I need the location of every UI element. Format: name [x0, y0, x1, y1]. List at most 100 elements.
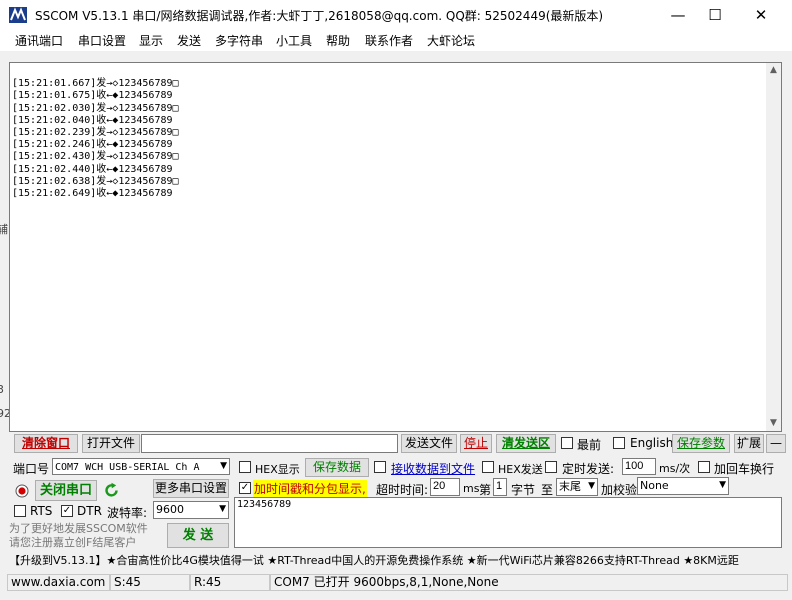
window-title: SSCOM V5.13.1 串口/网络数据调试器,作者:大虾丁丁,2618058…	[35, 9, 604, 23]
recv-to-file-checkbox[interactable]	[374, 461, 386, 473]
port-label: 端口号	[13, 462, 50, 476]
byte-nth-label: 第	[479, 483, 492, 497]
log-line: [15:21:02.040]收←◆123456789	[12, 114, 173, 126]
chevron-down-icon: ▼	[219, 504, 226, 514]
tail-value: 末尾	[559, 480, 581, 493]
log-line: [15:21:02.246]收←◆123456789	[12, 139, 173, 151]
dtr-checkbox[interactable]: ✓	[61, 505, 73, 517]
menu-contact-author[interactable]: 联系作者	[365, 32, 413, 49]
port-status: COM7 已打开 9600bps,8,1,None,None	[270, 574, 788, 591]
timeout-label: 超时时间:	[376, 483, 429, 497]
edge-text: 辅	[0, 223, 8, 236]
interval-input[interactable]: 100	[622, 458, 656, 475]
interval-unit-label: ms/次	[659, 462, 691, 475]
send-button[interactable]: 发 送	[167, 523, 229, 548]
chevron-down-icon: ▼	[220, 461, 227, 471]
byte-label: 字节	[511, 483, 536, 497]
hex-send-checkbox[interactable]	[482, 461, 494, 473]
clear-window-button[interactable]: 清除窗口	[14, 434, 78, 453]
baud-select[interactable]: 9600 ▼	[153, 501, 229, 519]
close-port-button[interactable]: 关闭串口	[35, 480, 97, 501]
log-line: [15:21:01.675]收←◆123456789	[12, 90, 173, 102]
log-line: [15:21:02.638]发→◇123456789□	[12, 175, 179, 187]
chevron-down-icon: ▼	[719, 480, 726, 490]
receive-log: [15:21:01.667]发→◇123456789□ [15:21:01.675…	[12, 66, 179, 212]
file-path-input[interactable]	[141, 434, 398, 453]
hex-send-label: HEX发送	[498, 463, 543, 476]
timeout-unit-label: ms	[463, 482, 480, 495]
log-line: [15:21:02.030]发→◇123456789□	[12, 102, 179, 114]
log-line: [15:21:02.649]收←◆123456789	[12, 188, 173, 200]
add-crlf-label: 加回车换行	[714, 462, 775, 476]
hex-display-label: HEX显示	[255, 463, 300, 476]
title-bar: SSCOM V5.13.1 串口/网络数据调试器,作者:大虾丁丁,2618058…	[0, 0, 792, 30]
rts-label: RTS	[30, 504, 53, 518]
english-checkbox[interactable]	[613, 437, 625, 449]
received-count: R:45	[190, 574, 270, 591]
scroll-up-icon[interactable]: ▲	[766, 63, 781, 78]
maximize-icon[interactable]: ☐	[692, 0, 738, 30]
timed-send-checkbox[interactable]	[545, 461, 557, 473]
receive-scrollbar[interactable]: ▲ ▼	[766, 63, 781, 431]
open-file-button[interactable]: 打开文件	[82, 434, 140, 453]
menu-bar: 通讯端口 串口设置 显示 发送 多字符串 小工具 帮助 联系作者 大虾论坛	[0, 30, 792, 51]
send-text: 123456789	[237, 499, 292, 510]
tail-select[interactable]: 末尾 ▼	[556, 478, 598, 496]
english-label: English	[630, 436, 674, 450]
menu-help[interactable]: 帮助	[326, 32, 350, 49]
save-data-button[interactable]: 保存数据	[305, 458, 369, 477]
save-params-button[interactable]: 保存参数	[672, 434, 730, 453]
ticker-text: 【升级到V5.13.1】★合宙高性价比4G模块值得一试 ★RT-Thread中国…	[9, 554, 739, 567]
close-icon[interactable]: ✕	[738, 0, 784, 30]
menu-serial-settings[interactable]: 串口设置	[78, 32, 126, 49]
timestamp-checkbox[interactable]: ✓	[239, 482, 251, 494]
always-on-top-checkbox[interactable]	[561, 437, 573, 449]
send-text-input[interactable]: 123456789	[234, 497, 782, 548]
sent-count: S:45	[110, 574, 190, 591]
record-icon	[15, 484, 29, 498]
clear-send-button[interactable]: 清发送区	[496, 434, 556, 453]
menu-display[interactable]: 显示	[139, 32, 163, 49]
chevron-down-icon: ▼	[588, 481, 595, 491]
app-icon	[9, 7, 27, 23]
checksum-label: 加校验	[601, 483, 638, 497]
more-settings-button[interactable]: 更多串口设置	[153, 479, 229, 498]
log-line: [15:21:02.430]发→◇123456789□	[12, 151, 179, 163]
byte-index-input[interactable]: 1	[493, 478, 507, 496]
dtr-label: DTR	[77, 504, 102, 518]
checksum-select[interactable]: None ▼	[637, 477, 729, 495]
settings-panel: 端口号 COM7 WCH USB-SERIAL Ch A ▼ HEX显示 保存数…	[0, 455, 792, 550]
scroll-down-icon[interactable]: ▼	[766, 416, 781, 431]
send-file-button[interactable]: 发送文件	[401, 434, 457, 453]
edge-text: 3	[0, 383, 4, 396]
log-line: [15:21:02.239]发→◇123456789□	[12, 127, 179, 139]
to-label: 至	[541, 483, 554, 497]
always-on-top-label: 最前	[577, 438, 602, 452]
port-value: COM7 WCH USB-SERIAL Ch A	[55, 462, 200, 473]
hex-display-checkbox[interactable]	[239, 461, 251, 473]
stop-button[interactable]: 停止	[460, 434, 492, 453]
action-toolbar: 清除窗口 打开文件 发送文件 停止 清发送区 最前 English 保存参数 扩…	[0, 433, 792, 454]
baud-label: 波特率:	[107, 506, 148, 520]
menu-tools[interactable]: 小工具	[276, 32, 312, 49]
log-line: [15:21:01.667]发→◇123456789□	[12, 78, 179, 90]
collapse-button[interactable]: —	[766, 434, 786, 453]
status-bar: www.daxia.com S:45 R:45 COM7 已打开 9600bps…	[0, 572, 792, 600]
menu-comm-port[interactable]: 通讯端口	[15, 32, 63, 49]
add-crlf-checkbox[interactable]	[698, 461, 710, 473]
timed-send-label: 定时发送:	[562, 462, 615, 476]
log-line: [15:21:02.440]收←◆123456789	[12, 163, 173, 175]
recv-to-file-label[interactable]: 接收数据到文件	[391, 460, 475, 477]
menu-multi-string[interactable]: 多字符串	[215, 32, 263, 49]
rts-checkbox[interactable]	[14, 505, 26, 517]
refresh-icon[interactable]	[103, 482, 120, 499]
baud-value: 9600	[156, 503, 184, 516]
checksum-value: None	[640, 479, 669, 492]
website-link[interactable]: www.daxia.com	[7, 574, 110, 591]
port-select[interactable]: COM7 WCH USB-SERIAL Ch A ▼	[52, 458, 230, 475]
promo-text: 为了更好地发展SSCOM软件 请您注册嘉立创F结尾客户	[9, 522, 148, 549]
timeout-input[interactable]: 20	[430, 478, 460, 496]
menu-send[interactable]: 发送	[177, 32, 201, 49]
expand-button[interactable]: 扩展	[734, 434, 764, 453]
menu-forum[interactable]: 大虾论坛	[427, 32, 475, 49]
